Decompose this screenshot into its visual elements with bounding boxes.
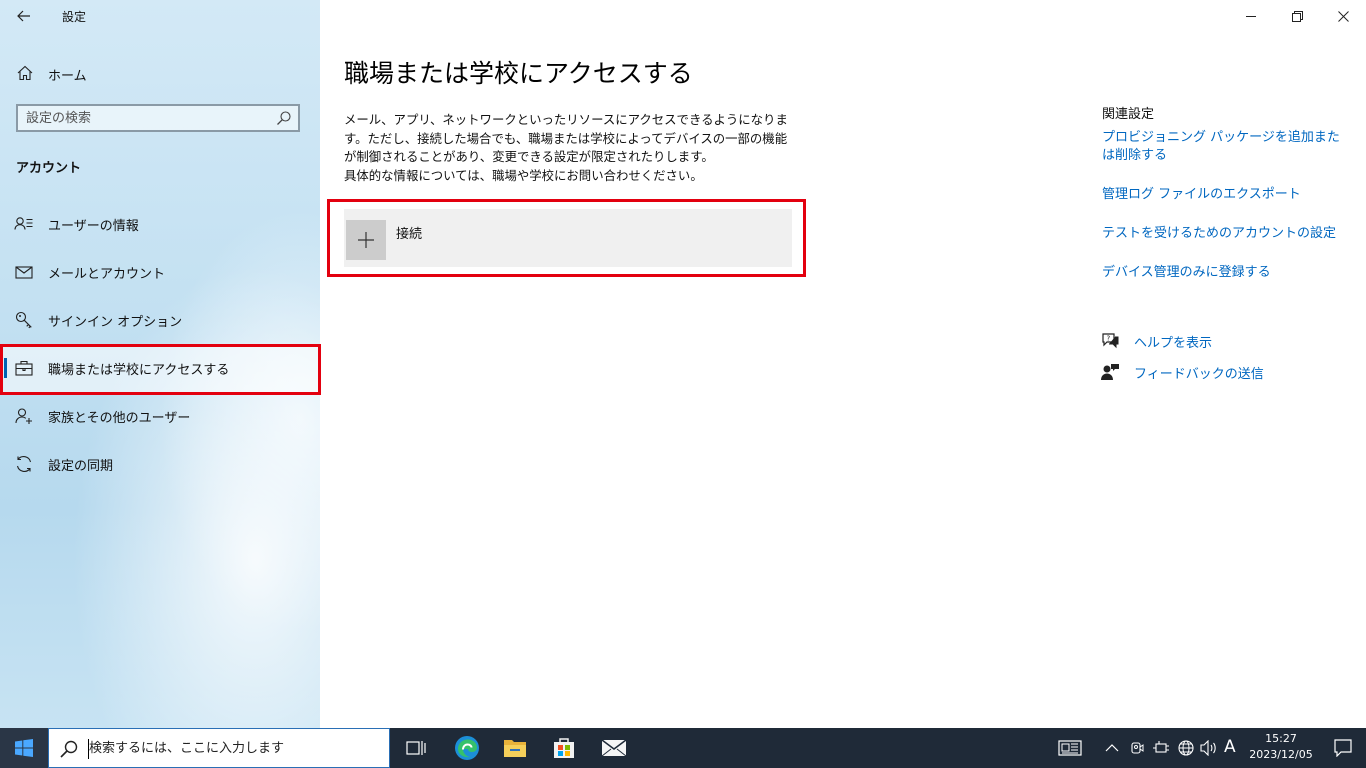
ime-indicator[interactable]: A bbox=[1224, 737, 1236, 757]
sidebar-item-mail-accounts[interactable]: メールとアカウント bbox=[0, 248, 320, 296]
link-test-account-setup[interactable]: テストを受けるためのアカウントの設定 bbox=[1102, 225, 1347, 243]
mail-app-icon bbox=[601, 739, 627, 757]
sidebar-item-label: 職場または学校にアクセスする bbox=[48, 363, 230, 378]
page-title: 職場または学校にアクセスする bbox=[344, 59, 693, 88]
feedback-icon bbox=[1101, 364, 1119, 380]
taskbar-search-box[interactable] bbox=[48, 728, 390, 768]
power-status-button[interactable] bbox=[1151, 738, 1171, 758]
feedback-label: フィードバックの送信 bbox=[1134, 367, 1264, 382]
settings-search-box[interactable] bbox=[16, 104, 300, 132]
network-button[interactable] bbox=[1176, 738, 1196, 758]
clock-time: 15:27 bbox=[1265, 732, 1297, 745]
home-label: ホーム bbox=[48, 69, 87, 84]
mail-app-button[interactable] bbox=[598, 732, 630, 764]
title-bar: 設定 bbox=[0, 0, 320, 32]
link-export-management-log[interactable]: 管理ログ ファイルのエクスポート bbox=[1102, 186, 1347, 204]
power-plug-icon bbox=[1153, 741, 1169, 753]
connect-button[interactable]: 接続 bbox=[344, 209, 792, 267]
description-contact-text: 具体的な情報については、職場や学校にお問い合わせください。 bbox=[344, 167, 703, 183]
search-icon bbox=[60, 740, 78, 758]
action-center-button[interactable] bbox=[1320, 728, 1366, 768]
section-title-account: アカウント bbox=[16, 161, 82, 176]
description-text: メール、アプリ、ネットワークといったリソースにアクセスできるようになります。ただ… bbox=[344, 112, 788, 165]
user-info-icon bbox=[14, 217, 33, 230]
get-help-link[interactable]: ? ヘルプを表示 bbox=[1100, 329, 1350, 353]
sidebar-item-label: サインイン オプション bbox=[48, 315, 183, 330]
feedback-link[interactable]: フィードバックの送信 bbox=[1100, 360, 1350, 384]
add-user-icon bbox=[15, 408, 32, 424]
back-arrow-icon bbox=[17, 10, 30, 22]
camera-icon bbox=[1131, 742, 1144, 754]
link-provisioning-package[interactable]: プロビジョニング パッケージを追加または削除する bbox=[1102, 129, 1347, 165]
globe-icon bbox=[1178, 740, 1194, 756]
page-description: メール、アプリ、ネットワークといったリソースにアクセスできるようになります。ただ… bbox=[344, 111, 799, 185]
plus-icon bbox=[346, 220, 386, 260]
home-nav-item[interactable]: ホーム bbox=[0, 56, 320, 90]
microsoft-store-button[interactable] bbox=[548, 732, 580, 764]
clock-date: 2023/12/05 bbox=[1249, 748, 1313, 761]
task-view-icon bbox=[406, 741, 426, 755]
sidebar-item-label: 設定の同期 bbox=[48, 459, 114, 474]
svg-text:?: ? bbox=[1107, 335, 1111, 343]
show-hidden-icons-button[interactable] bbox=[1102, 738, 1122, 758]
back-button[interactable] bbox=[10, 4, 38, 28]
task-view-button[interactable] bbox=[400, 732, 432, 764]
app-title: 設定 bbox=[62, 10, 87, 24]
help-label: ヘルプを表示 bbox=[1134, 336, 1213, 351]
connect-label: 接続 bbox=[396, 227, 423, 242]
settings-search-input[interactable] bbox=[26, 108, 266, 128]
notification-icon bbox=[1334, 739, 1352, 757]
sidebar-item-sync-settings[interactable]: 設定の同期 bbox=[0, 440, 320, 488]
edge-browser-button[interactable] bbox=[451, 732, 483, 764]
sidebar-item-label: ユーザーの情報 bbox=[48, 219, 139, 234]
sidebar-item-work-school[interactable]: 職場または学校にアクセスする bbox=[0, 344, 320, 392]
help-chat-icon: ? bbox=[1102, 333, 1119, 349]
windows-logo-icon bbox=[15, 739, 33, 757]
highlight-box: 接続 bbox=[327, 199, 806, 277]
key-icon bbox=[15, 311, 32, 329]
mail-icon bbox=[15, 266, 33, 279]
meet-now-button[interactable] bbox=[1127, 738, 1147, 758]
speaker-icon bbox=[1200, 740, 1216, 756]
folder-icon bbox=[504, 740, 526, 757]
news-widget-button[interactable] bbox=[1058, 738, 1082, 758]
sync-icon bbox=[16, 456, 32, 472]
close-button[interactable] bbox=[1320, 0, 1366, 32]
sidebar-item-label: メールとアカウント bbox=[48, 267, 166, 282]
sidebar: 設定 ホーム アカウント ユーザーの情報 メールとアカウント bbox=[0, 0, 321, 728]
minimize-button[interactable] bbox=[1228, 0, 1274, 32]
link-device-management-only[interactable]: デバイス管理のみに登録する bbox=[1102, 264, 1347, 282]
clock[interactable]: 15:27 2023/12/05 bbox=[1248, 731, 1314, 763]
search-icon[interactable] bbox=[276, 110, 292, 126]
restore-icon bbox=[1291, 10, 1303, 22]
window-controls bbox=[1228, 0, 1366, 32]
minimize-icon bbox=[1246, 16, 1256, 17]
taskbar-search-input[interactable] bbox=[89, 737, 379, 759]
chevron-up-icon bbox=[1105, 744, 1119, 752]
related-settings-title: 関連設定 bbox=[1102, 107, 1155, 122]
restore-button[interactable] bbox=[1274, 0, 1320, 32]
taskbar: A 15:27 2023/12/05 bbox=[0, 728, 1366, 768]
home-icon bbox=[17, 65, 33, 81]
file-explorer-button[interactable] bbox=[499, 732, 531, 764]
sidebar-item-family-users[interactable]: 家族とその他のユーザー bbox=[0, 392, 320, 440]
start-button[interactable] bbox=[0, 728, 48, 768]
sidebar-item-signin-options[interactable]: サインイン オプション bbox=[0, 296, 320, 344]
news-icon bbox=[1058, 740, 1082, 756]
store-icon bbox=[554, 738, 574, 758]
sidebar-item-label: 家族とその他のユーザー bbox=[48, 411, 191, 426]
edge-icon bbox=[455, 736, 479, 760]
sidebar-item-user-info[interactable]: ユーザーの情報 bbox=[0, 200, 320, 248]
close-icon bbox=[1337, 10, 1349, 22]
briefcase-icon bbox=[15, 360, 33, 376]
volume-button[interactable] bbox=[1199, 738, 1219, 758]
